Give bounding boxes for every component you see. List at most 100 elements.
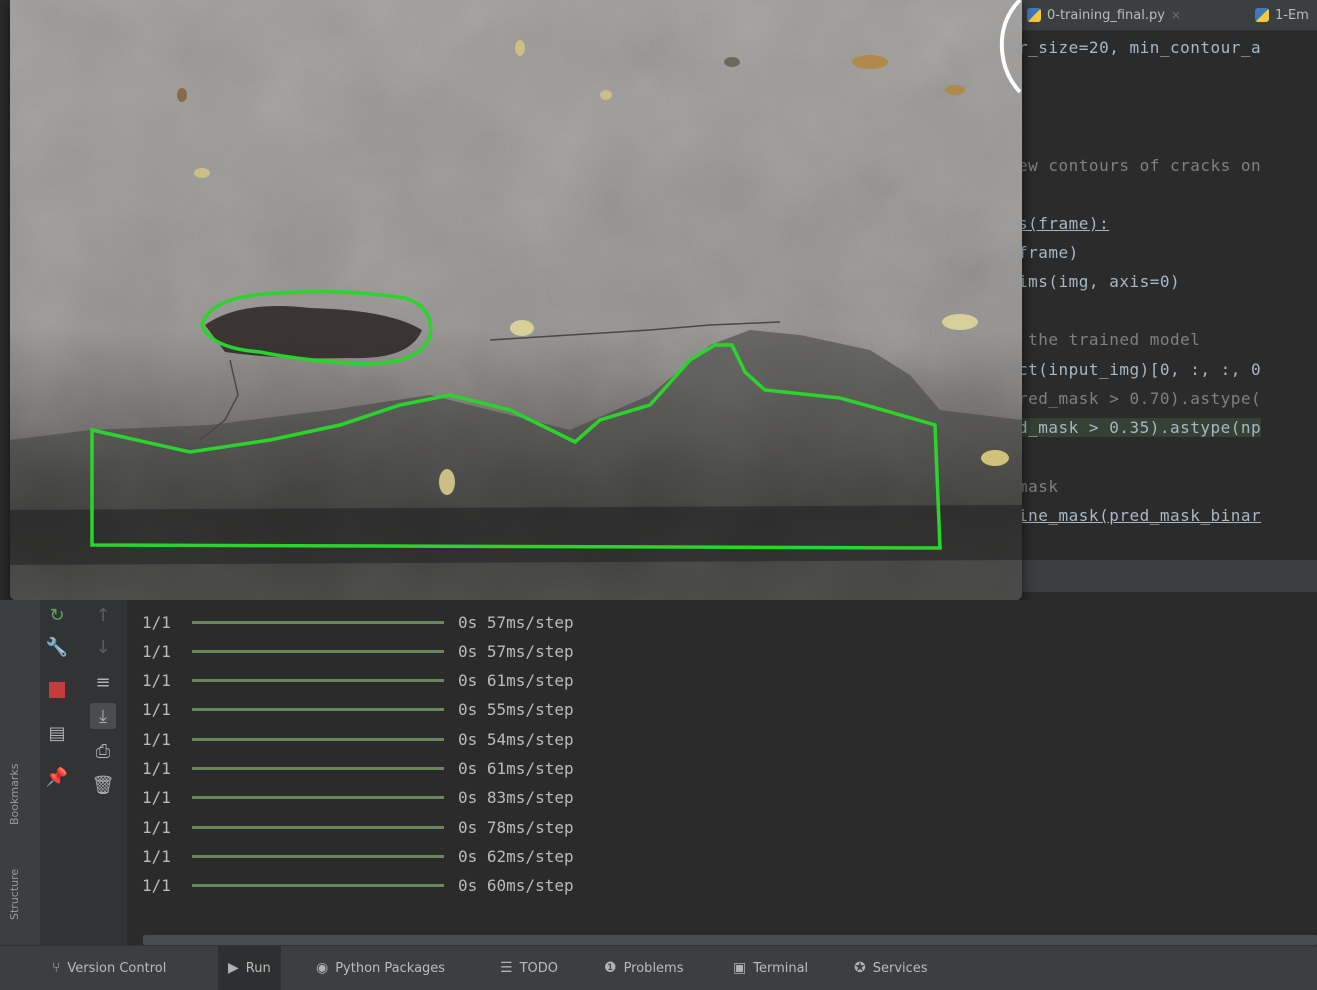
console-line: 1/1 0s 54ms/step — [142, 728, 574, 750]
structure-label: Structure — [8, 868, 21, 920]
step-time: 0s 60ms/step — [458, 876, 574, 896]
leaf — [515, 40, 525, 56]
step-time: 0s 83ms/step — [458, 788, 574, 808]
step-time: 0s 54ms/step — [458, 729, 574, 749]
terminal-tab[interactable]: ▣ Terminal — [733, 946, 808, 990]
image-viewer-window[interactable] — [10, 0, 1022, 600]
step-time: 0s 57ms/step — [458, 641, 574, 661]
console-line: 1/1 0s 57ms/step — [142, 640, 574, 662]
print-icon[interactable]: ⎙ — [90, 738, 116, 764]
progress-bar — [192, 796, 444, 800]
leaf — [439, 469, 455, 495]
stop-icon[interactable] — [44, 677, 70, 703]
step-count: 1/1 — [142, 788, 171, 808]
leaf — [942, 314, 978, 330]
tab-label: 1-Em — [1275, 7, 1309, 23]
run-tab[interactable]: ▶ Run — [218, 946, 281, 990]
leaf — [600, 90, 612, 100]
progress-bar — [192, 737, 444, 741]
bottom-tool-bar: ⑂ Version Control ▶ Run ◉ Python Package… — [0, 945, 1317, 990]
scroll-down-icon[interactable]: ↓ — [90, 634, 116, 660]
run-label: Run — [245, 960, 271, 976]
leaf — [981, 450, 1009, 466]
close-tab-icon[interactable]: × — [1171, 8, 1181, 22]
console-line: 1/1 0s 61ms/step — [142, 670, 574, 692]
problems-icon: ❶ — [604, 960, 617, 976]
todo-label: TODO — [519, 960, 558, 976]
terminal-label: Terminal — [753, 960, 809, 976]
bookmarks-label: Bookmarks — [8, 763, 21, 825]
code-line-6: the trained model — [1018, 330, 1201, 349]
step-count: 1/1 — [142, 612, 171, 632]
trash-icon[interactable]: 🗑 — [90, 772, 116, 798]
tab-em[interactable]: 1-Em — [1255, 0, 1309, 30]
progress-bar — [192, 767, 444, 770]
leaf — [852, 55, 888, 69]
code-line-4: frame) — [1018, 243, 1079, 262]
progress-bar — [192, 854, 444, 858]
packages-icon: ◉ — [316, 960, 329, 976]
version-control-tab[interactable]: ⑂ Version Control — [52, 946, 166, 990]
version-control-label: Version Control — [67, 960, 167, 976]
leaf — [945, 85, 965, 95]
structure-tab[interactable]: Structure — [8, 869, 21, 920]
step-count: 1/1 — [142, 700, 171, 720]
code-line-11: ine_mask(pred_mask_binar — [1018, 506, 1262, 525]
step-time: 0s 78ms/step — [458, 817, 574, 837]
console-line: 1/1 0s 78ms/step — [142, 816, 574, 838]
step-count: 1/1 — [142, 671, 171, 691]
scroll-to-end-icon[interactable]: ⤓ — [90, 703, 116, 729]
progress-bar — [192, 708, 444, 712]
code-line-7: ct(input_img)[0, :, :, 0 — [1018, 360, 1262, 379]
tab-training-final[interactable]: 0-training_final.py × — [1027, 0, 1181, 30]
code-line-1: r_size=20, min_contour_a — [1018, 38, 1262, 57]
left-tool-rail: Bookmarks Structure — [0, 600, 40, 945]
code-line-10: mask — [1018, 477, 1059, 496]
leaf — [177, 88, 187, 102]
scroll-up-icon[interactable]: ↑ — [90, 602, 116, 628]
console-line: 1/1 0s 62ms/step — [142, 845, 574, 867]
tab-label: 0-training_final.py — [1047, 7, 1165, 23]
console-line: 1/1 0s 61ms/step — [142, 758, 574, 780]
terminal-icon: ▣ — [733, 960, 747, 976]
console-line: 1/1 0s 60ms/step — [142, 875, 574, 897]
code-area[interactable]: r_size=20, min_contour_a ew contours of … — [1018, 32, 1317, 560]
python-file-icon — [1027, 8, 1041, 22]
progress-bar — [192, 649, 444, 653]
step-count: 1/1 — [142, 817, 171, 837]
code-line-5: ims(img, axis=0) — [1018, 272, 1181, 291]
python-file-icon — [1255, 8, 1269, 22]
window-resize-corner[interactable] — [990, 0, 1022, 95]
todo-tab[interactable]: ☰ TODO — [500, 946, 558, 990]
horizontal-scrollbar[interactable] — [143, 935, 1317, 945]
console-line: 1/1 0s 83ms/step — [142, 787, 574, 809]
progress-bar — [192, 825, 444, 829]
services-tab[interactable]: ✪ Services — [854, 946, 928, 990]
list-icon: ☰ — [500, 960, 513, 976]
code-line-3: s(frame): — [1018, 214, 1110, 233]
pin-icon[interactable]: 📌 — [44, 764, 70, 790]
run-toolbar: ↻ ↑ 🔧 ↓ ≡ ▤ ⤓ 📌 ⎙ 🗑 — [40, 600, 127, 945]
step-time: 0s 57ms/step — [458, 612, 574, 632]
python-packages-label: Python Packages — [335, 960, 446, 976]
console-line: 1/1 0s 55ms/step — [142, 699, 574, 721]
crack-detection-image — [10, 0, 1022, 600]
step-time: 0s 61ms/step — [458, 759, 574, 778]
leaf — [724, 57, 740, 67]
python-packages-tab[interactable]: ◉ Python Packages — [316, 946, 445, 990]
layout-icon[interactable]: ▤ — [44, 720, 70, 746]
soft-wrap-icon[interactable]: ≡ — [90, 669, 116, 695]
step-time: 0s 61ms/step — [458, 671, 574, 691]
bookmarks-tab[interactable]: Bookmarks — [8, 764, 21, 825]
rerun-icon[interactable]: ↻ — [44, 602, 70, 628]
code-line-8: red_mask > 0.70).astype( — [1018, 389, 1262, 408]
run-console[interactable]: 1/1 0s 57ms/step 1/1 0s 57ms/step 1/1 0s 61ms… — [127, 600, 1317, 935]
wrench-icon[interactable]: 🔧 — [44, 634, 70, 660]
problems-tab[interactable]: ❶ Problems — [604, 946, 683, 990]
step-count: 1/1 — [142, 846, 171, 866]
step-count: 1/1 — [142, 759, 171, 778]
asphalt-edge — [10, 505, 1022, 565]
step-count: 1/1 — [142, 641, 171, 661]
editor-scroll-strip — [1015, 560, 1317, 592]
leaf — [194, 168, 210, 178]
